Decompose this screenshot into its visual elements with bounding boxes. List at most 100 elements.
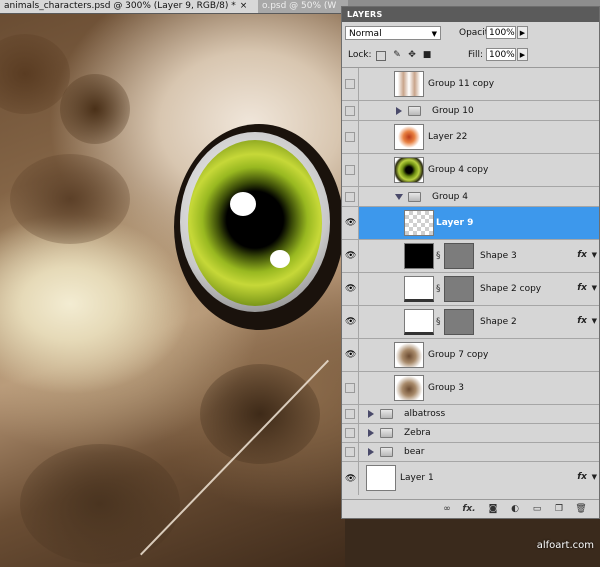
visibility-toggle[interactable] xyxy=(342,68,359,100)
opacity-input[interactable]: 100% xyxy=(486,26,516,39)
visibility-toggle[interactable] xyxy=(342,154,359,186)
visibility-toggle[interactable]: 👁 xyxy=(342,306,359,338)
watermark: alfoart.com xyxy=(536,540,594,551)
feather-shadow xyxy=(60,74,130,144)
add-style-icon[interactable]: fx. xyxy=(462,503,476,515)
layer-row[interactable]: Group 11 copy xyxy=(342,68,599,101)
tab-animals-characters[interactable]: animals_characters.psd @ 300% (Layer 9, … xyxy=(0,0,258,13)
chevron-right-icon[interactable] xyxy=(368,410,374,418)
layer-name: Shape 2 xyxy=(480,317,517,327)
layer-thumbnail xyxy=(404,276,434,302)
layer-thumbnail xyxy=(394,124,424,150)
fill-slider-button[interactable]: ▶ xyxy=(517,48,528,61)
layer-thumbnail xyxy=(404,210,434,236)
feather-shadow xyxy=(0,34,70,114)
fx-icon[interactable]: fx xyxy=(577,283,587,293)
lock-fill-row: Lock: ✎ ✥ ■ Fill: 100% ▶ xyxy=(342,47,599,65)
chevron-down-icon[interactable]: ▼ xyxy=(592,317,597,325)
chevron-down-icon[interactable]: ▼ xyxy=(592,473,597,481)
folder-icon xyxy=(380,409,393,419)
eye-icon: 👁 xyxy=(345,350,357,360)
chevron-down-icon[interactable]: ▼ xyxy=(592,284,597,292)
layer-name: Zebra xyxy=(404,428,431,438)
visibility-toggle[interactable]: 👁 xyxy=(342,462,359,495)
hidden-box xyxy=(345,105,355,116)
visibility-toggle[interactable]: 👁 xyxy=(342,273,359,305)
layer-name: Group 10 xyxy=(432,106,474,116)
visibility-toggle[interactable]: 👁 xyxy=(342,207,359,239)
tab-o-psd[interactable]: o.psd @ 50% (W xyxy=(258,0,348,13)
layer-row[interactable]: Layer 22 xyxy=(342,121,599,154)
eye-icon: 👁 xyxy=(345,284,357,294)
adjustment-layer-icon[interactable]: ◐ xyxy=(508,503,522,515)
layer-row[interactable]: 👁 § Shape 3 fx ▼ xyxy=(342,240,599,273)
layer-group-row[interactable]: Group 4 xyxy=(342,187,599,207)
layer-list: Group 11 copy Group 10 Layer 22 Group 4 … xyxy=(342,67,599,498)
layer-group-row[interactable]: albatross xyxy=(342,405,599,424)
fill-input[interactable]: 100% xyxy=(486,48,516,61)
feather-shadow xyxy=(10,154,130,244)
chevron-right-icon[interactable] xyxy=(368,448,374,456)
folder-icon xyxy=(380,428,393,438)
lock-brush-icon[interactable]: ✎ xyxy=(392,50,402,60)
layer-group-row[interactable]: Group 10 xyxy=(342,101,599,121)
visibility-toggle[interactable] xyxy=(342,121,359,153)
visibility-toggle[interactable] xyxy=(342,443,359,461)
layer-row-selected[interactable]: 👁 Layer 9 xyxy=(342,207,599,240)
new-group-icon[interactable]: ▭ xyxy=(530,503,544,515)
add-mask-icon[interactable]: ◙ xyxy=(486,503,500,515)
layer-name: Group 11 copy xyxy=(428,79,495,89)
lock-all-icon[interactable]: ■ xyxy=(422,50,432,60)
tab-close-icon[interactable]: × xyxy=(240,1,248,11)
visibility-toggle[interactable] xyxy=(342,424,359,442)
layer-row[interactable]: 👁 Layer 1 fx ▼ xyxy=(342,462,599,495)
new-layer-icon[interactable]: ❐ xyxy=(552,503,566,515)
chevron-down-icon[interactable] xyxy=(395,194,403,200)
eye-highlight xyxy=(230,192,256,216)
opacity-slider-button[interactable]: ▶ xyxy=(517,26,528,39)
layers-panel: LAYERS Normal ▼ Opacity: 100% ▶ Lock: ✎ … xyxy=(341,6,600,519)
layer-thumbnail xyxy=(394,71,424,97)
feather-shadow xyxy=(20,444,180,564)
owl-eye-iris xyxy=(188,140,322,306)
lock-transparent-icon[interactable] xyxy=(376,51,386,61)
fx-icon[interactable]: fx xyxy=(577,472,587,482)
chevron-right-icon[interactable] xyxy=(396,107,402,115)
layer-thumbnail xyxy=(394,342,424,368)
hidden-box xyxy=(345,132,355,142)
visibility-toggle[interactable]: 👁 xyxy=(342,339,359,371)
trash-icon[interactable]: 🗑 xyxy=(574,503,588,515)
document-canvas[interactable] xyxy=(0,14,345,567)
fx-icon[interactable]: fx xyxy=(577,250,587,260)
layer-row[interactable]: Group 4 copy xyxy=(342,154,599,187)
panel-title[interactable]: LAYERS xyxy=(342,7,599,22)
link-layers-icon[interactable]: ∞ xyxy=(440,503,454,515)
layer-row[interactable]: 👁 Group 7 copy xyxy=(342,339,599,372)
link-icon: § xyxy=(436,251,441,261)
eye-icon: 👁 xyxy=(345,473,357,484)
chevron-down-icon[interactable]: ▼ xyxy=(592,251,597,259)
hidden-box xyxy=(345,165,355,175)
blend-mode-select[interactable]: Normal ▼ xyxy=(345,26,441,40)
layer-group-row[interactable]: Zebra xyxy=(342,424,599,443)
vector-mask-thumbnail xyxy=(444,243,474,269)
visibility-toggle[interactable] xyxy=(342,372,359,404)
layer-row[interactable]: 👁 § Shape 2 copy fx ▼ xyxy=(342,273,599,306)
blend-opacity-row: Normal ▼ Opacity: 100% ▶ xyxy=(342,25,599,43)
visibility-toggle[interactable] xyxy=(342,405,359,423)
chevron-right-icon[interactable] xyxy=(368,429,374,437)
visibility-toggle[interactable] xyxy=(342,187,359,206)
link-icon: § xyxy=(436,317,441,327)
fx-icon[interactable]: fx xyxy=(577,316,587,326)
tab-label: o.psd @ 50% (W xyxy=(262,1,337,11)
layer-row[interactable]: Group 3 xyxy=(342,372,599,405)
layer-thumbnail xyxy=(394,375,424,401)
layer-row[interactable]: 👁 § Shape 2 fx ▼ xyxy=(342,306,599,339)
visibility-toggle[interactable] xyxy=(342,101,359,120)
layers-footer-toolbar: ∞ fx. ◙ ◐ ▭ ❐ 🗑 xyxy=(342,499,599,519)
layer-group-row[interactable]: bear xyxy=(342,443,599,462)
lock-move-icon[interactable]: ✥ xyxy=(407,50,417,60)
blend-mode-value: Normal xyxy=(349,29,382,39)
visibility-toggle[interactable]: 👁 xyxy=(342,240,359,272)
folder-icon xyxy=(380,447,393,457)
